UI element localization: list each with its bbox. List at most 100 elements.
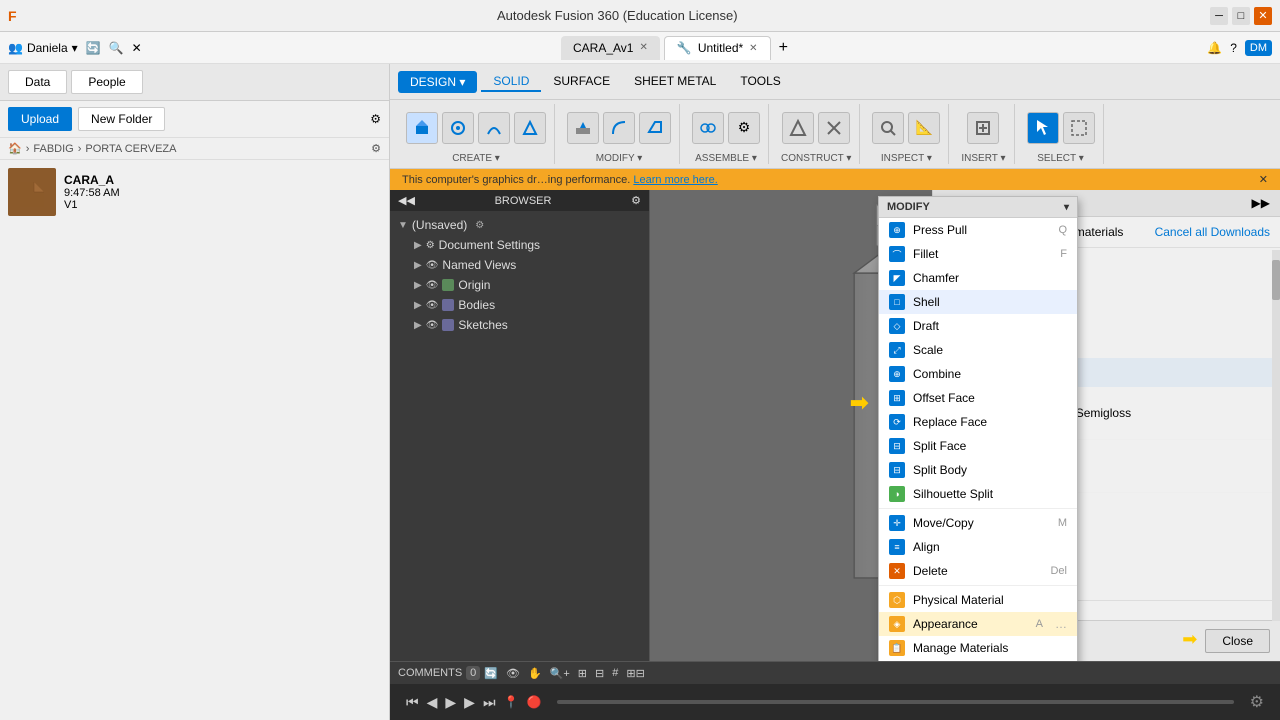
next-button[interactable]: ▶: [464, 694, 475, 711]
modify-dropdown-menu[interactable]: MODIFY ▾ ⊕ Press Pull Q ⌒ Fillet F: [878, 196, 1078, 661]
tab-tools[interactable]: TOOLS: [728, 72, 792, 92]
minimize-button[interactable]: ─: [1210, 7, 1228, 25]
maximize-button[interactable]: □: [1232, 7, 1250, 25]
browser-document-settings[interactable]: ▶ ⚙ Document Settings: [390, 235, 649, 255]
notifications-icon[interactable]: 🔔: [1207, 41, 1222, 55]
appearance-expand-icon[interactable]: ▶▶: [1252, 196, 1270, 210]
add-tab-button[interactable]: +: [779, 39, 788, 57]
browser-collapse-icon[interactable]: ◀◀: [398, 194, 415, 207]
menu-item-press-pull[interactable]: ⊕ Press Pull Q: [879, 218, 1077, 242]
pan-icon[interactable]: ✋: [528, 667, 542, 680]
menu-item-scale[interactable]: ⤢ Scale: [879, 338, 1077, 362]
menu-item-chamfer[interactable]: ◤ Chamfer: [879, 266, 1077, 290]
create-extrude-icon[interactable]: [406, 112, 438, 144]
appearance-scrollbar[interactable]: [1272, 250, 1280, 621]
playback-settings-icon[interactable]: ⚙: [1250, 692, 1264, 712]
menu-item-combine[interactable]: ⊕ Combine: [879, 362, 1077, 386]
grid-icon[interactable]: #: [612, 667, 618, 679]
breadcrumb-porta-cerveza[interactable]: PORTA CERVEZA: [85, 143, 176, 155]
settings-gear-icon[interactable]: ⚙: [370, 112, 381, 126]
view-controls-group[interactable]: 🔄 👁 ✋ 🔍+ ⊞ ⊟ # ⊞⊟: [484, 667, 1272, 680]
select-icon1[interactable]: [1027, 112, 1059, 144]
breadcrumb-fabdig[interactable]: FABDIG: [33, 143, 73, 155]
browser-unsaved[interactable]: ▼ (Unsaved) ⚙: [390, 215, 649, 235]
menu-item-silhouette-split[interactable]: ◑ Silhouette Split: [879, 482, 1077, 506]
create-revolve-icon[interactable]: [442, 112, 474, 144]
marker2-button[interactable]: 🔴: [527, 695, 542, 709]
construct-icon2[interactable]: [818, 112, 850, 144]
inspect-icon2[interactable]: 📐: [908, 112, 940, 144]
browser-origin[interactable]: ▶ 👁 Origin: [390, 275, 649, 295]
cancel-downloads-link[interactable]: Cancel all Downloads: [1155, 225, 1270, 239]
modify-fillet-icon[interactable]: [603, 112, 635, 144]
create-loft-icon[interactable]: [514, 112, 546, 144]
menu-item-manage-materials[interactable]: 📋 Manage Materials: [879, 636, 1077, 660]
browser-bodies[interactable]: ▶ 👁 Bodies: [390, 295, 649, 315]
close-button[interactable]: ✕: [1254, 7, 1272, 25]
menu-item-change-parameters[interactable]: ƒ Change Parameters: [879, 660, 1077, 661]
menu-item-draft[interactable]: ◇ Draft: [879, 314, 1077, 338]
select-icon2[interactable]: [1063, 112, 1095, 144]
orbit-icon[interactable]: 🔄: [484, 667, 498, 680]
create-sweep-icon[interactable]: [478, 112, 510, 144]
assemble-icon1[interactable]: [692, 112, 724, 144]
design-dropdown-button[interactable]: DESIGN ▾: [398, 71, 477, 93]
warning-close-icon[interactable]: ✕: [1259, 173, 1268, 186]
browser-settings-unsaved[interactable]: ⚙: [475, 220, 484, 231]
inspect-icon1[interactable]: [872, 112, 904, 144]
help-icon[interactable]: ?: [1230, 41, 1237, 55]
marker1-button[interactable]: 📍: [504, 695, 519, 709]
warning-link[interactable]: Learn more here.: [633, 174, 717, 186]
prev-button[interactable]: ◀: [427, 694, 438, 711]
close-icon[interactable]: ✕: [132, 41, 142, 55]
display-mode-icon[interactable]: ⊟: [595, 667, 604, 680]
refresh-icon[interactable]: 🔄: [86, 41, 101, 55]
menu-item-appearance[interactable]: ◈ Appearance A …: [879, 612, 1077, 636]
insert-icon1[interactable]: [967, 112, 999, 144]
look-at-icon[interactable]: 👁: [506, 667, 520, 680]
data-tab-button[interactable]: Data: [8, 70, 67, 94]
menu-item-shell[interactable]: □ Shell: [879, 290, 1077, 314]
close-appearance-button[interactable]: Close: [1205, 629, 1270, 653]
zoom-icon[interactable]: 🔍+: [550, 667, 570, 680]
new-folder-button[interactable]: New Folder: [78, 107, 165, 131]
construct-icon1[interactable]: [782, 112, 814, 144]
tab-sheet-metal[interactable]: SHEET METAL: [622, 72, 728, 92]
modify-chamfer-icon[interactable]: [639, 112, 671, 144]
scrollbar-thumb[interactable]: [1272, 260, 1280, 300]
browser-named-views[interactable]: ▶ 👁 Named Views: [390, 255, 649, 275]
browser-sketches[interactable]: ▶ 👁 Sketches: [390, 315, 649, 335]
play-button[interactable]: ▶: [445, 694, 456, 711]
tab-untitled[interactable]: 🔧 Untitled* ✕: [664, 36, 771, 60]
tab-surface[interactable]: SURFACE: [541, 72, 622, 92]
prev-start-button[interactable]: ⏮: [406, 694, 419, 711]
menu-item-offset-face[interactable]: ⊞ Offset Face: [879, 386, 1077, 410]
menu-item-align[interactable]: ≡ Align: [879, 535, 1077, 559]
user-avatar[interactable]: DM: [1245, 40, 1272, 56]
assemble-icon2[interactable]: ⚙: [728, 112, 760, 144]
browser-settings-icon[interactable]: ⚙: [631, 194, 641, 207]
menu-item-move-copy[interactable]: ✛ Move/Copy M: [879, 511, 1077, 535]
user-menu[interactable]: 👥 Daniela ▾: [8, 41, 78, 55]
menu-item-physical-material[interactable]: ⬡ Physical Material: [879, 588, 1077, 612]
menu-item-replace-face[interactable]: ⟳ Replace Face: [879, 410, 1077, 434]
menu-item-delete[interactable]: ✕ Delete Del: [879, 559, 1077, 583]
appearance-more-icon[interactable]: …: [1055, 617, 1067, 631]
upload-button[interactable]: Upload: [8, 107, 72, 131]
tab-cara-av1[interactable]: CARA_Av1 ✕: [561, 36, 660, 60]
file-item[interactable]: CARA_A 9:47:58 AM V1: [0, 160, 389, 224]
breadcrumb-settings-icon[interactable]: ⚙: [371, 142, 381, 155]
people-tab-button[interactable]: People: [71, 70, 142, 94]
menu-item-fillet[interactable]: ⌒ Fillet F: [879, 242, 1077, 266]
tab-untitled-close[interactable]: ✕: [749, 43, 757, 54]
timeline-area[interactable]: [557, 700, 1233, 704]
next-end-button[interactable]: ⏭: [483, 694, 496, 711]
tab-solid[interactable]: SOLID: [481, 72, 541, 92]
menu-item-split-face[interactable]: ⊟ Split Face: [879, 434, 1077, 458]
menu-item-split-body[interactable]: ⊟ Split Body: [879, 458, 1077, 482]
breadcrumb-home-icon[interactable]: 🏠: [8, 142, 22, 155]
search-icon[interactable]: 🔍: [109, 41, 124, 55]
view-options-icon[interactable]: ⊞⊟: [626, 667, 644, 680]
tab-cara-av1-close[interactable]: ✕: [639, 42, 647, 53]
fit-view-icon[interactable]: ⊞: [578, 667, 587, 680]
